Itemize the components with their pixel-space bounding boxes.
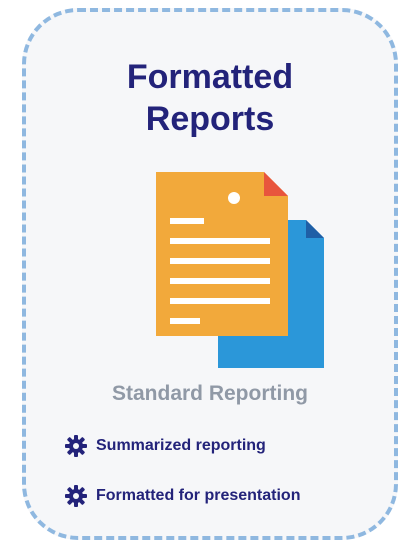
- card-title: Formatted Reports: [26, 56, 394, 140]
- feature-label: Formatted for presentation: [96, 487, 301, 504]
- text-line: [170, 218, 204, 224]
- card-title-line-2: Reports: [145, 100, 275, 138]
- text-line: [170, 258, 270, 264]
- text-line: [170, 278, 270, 284]
- feature-item: Formatted for presentation: [64, 482, 300, 510]
- gear-icon: [65, 485, 87, 507]
- feature-list: Summarized reporting Formatted for prese…: [64, 432, 300, 532]
- document-stack-icon: [156, 172, 324, 368]
- formatted-reports-card: Formatted Reports Standard Reporting Sum…: [22, 8, 398, 540]
- card-title-line-1: Formatted: [126, 58, 294, 96]
- card-subtitle: Standard Reporting: [111, 382, 308, 405]
- hole-dot: [228, 192, 240, 204]
- feature-item: Summarized reporting: [64, 432, 300, 460]
- text-line: [170, 238, 270, 244]
- text-line: [170, 298, 270, 304]
- front-document: [156, 172, 288, 336]
- gear-icon: [65, 435, 87, 457]
- feature-label: Summarized reporting: [96, 437, 266, 454]
- text-line: [170, 318, 200, 324]
